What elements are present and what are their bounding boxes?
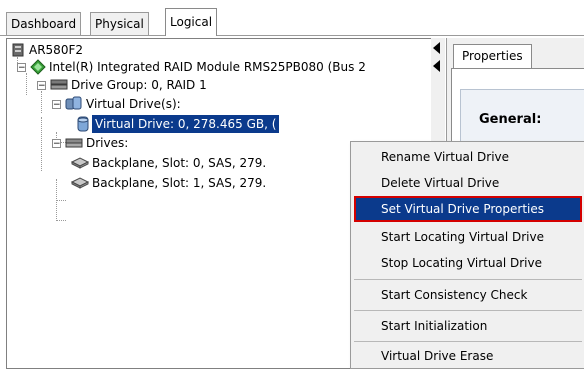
view-tabs: Dashboard Physical Logical — [0, 0, 584, 36]
drive-group-icon — [50, 78, 68, 97]
tab-dashboard[interactable]: Dashboard — [6, 12, 82, 35]
menu-item-virtual-drive-erase[interactable]: Virtual Drive Erase — [354, 343, 582, 369]
menu-item-set-virtual-drive-properties[interactable]: Set Virtual Drive Properties — [354, 196, 582, 222]
collapse-icon[interactable]: − — [52, 139, 61, 149]
collapse-icon[interactable]: − — [37, 81, 46, 91]
drives-icon — [65, 136, 83, 155]
tab-logical[interactable]: Logical — [165, 8, 218, 36]
menu-item-start-consistency-check[interactable]: Start Consistency Check — [354, 282, 582, 308]
tree-connector — [26, 73, 27, 95]
tree-connector — [41, 91, 42, 113]
menu-item-start-initialization[interactable]: Start Initialization — [354, 313, 582, 339]
general-section-header: General: — [460, 89, 584, 149]
controller-icon — [30, 59, 46, 80]
tree-connector — [41, 117, 42, 171]
server-icon — [11, 43, 25, 62]
tab-physical[interactable]: Physical — [90, 12, 149, 35]
menu-separator — [354, 341, 582, 342]
menu-separator — [354, 279, 582, 280]
tab-divider — [0, 35, 584, 36]
menu-item-delete-virtual-drive[interactable]: Delete Virtual Drive — [354, 170, 582, 196]
collapse-left-arrow-icon[interactable] — [433, 42, 440, 54]
tree-connector — [56, 200, 66, 201]
menu-separator — [354, 310, 582, 311]
disk-icon — [70, 176, 90, 195]
collapse-icon[interactable]: − — [17, 63, 26, 73]
collapse-icon[interactable]: − — [52, 100, 61, 110]
menu-item-start-locating-virtual-drive[interactable]: Start Locating Virtual Drive — [354, 224, 582, 250]
virtual-drives-icon — [65, 96, 83, 117]
collapse-left-arrow-icon[interactable] — [433, 60, 440, 72]
context-menu: Rename Virtual Drive Delete Virtual Driv… — [350, 141, 584, 369]
disk-icon — [70, 156, 90, 175]
tab-properties[interactable]: Properties — [453, 44, 532, 69]
menu-item-rename-virtual-drive[interactable]: Rename Virtual Drive — [354, 144, 582, 170]
tree-connector — [56, 220, 66, 221]
menu-item-stop-locating-virtual-drive[interactable]: Stop Locating Virtual Drive — [354, 250, 582, 276]
